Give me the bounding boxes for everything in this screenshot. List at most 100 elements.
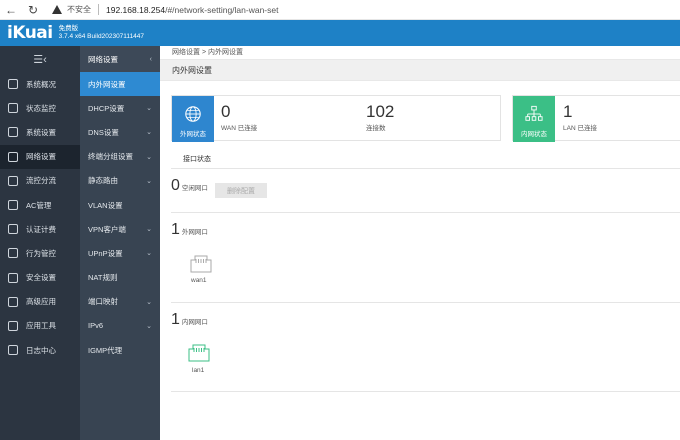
sidebar-item-label: 系统设置 [26, 127, 56, 137]
sidebar-item[interactable]: 高级应用 [0, 290, 80, 314]
divider [171, 302, 680, 303]
ethernet-port-icon[interactable] [188, 344, 210, 362]
ac-icon [8, 200, 18, 211]
sidebar-item[interactable]: 状态监控 [0, 96, 80, 120]
sidebar-item-label: 认证计费 [26, 224, 56, 234]
reload-icon[interactable]: ↻ [22, 0, 44, 20]
sidebar-item[interactable]: 系统设置 [0, 120, 80, 144]
chevron-down-icon: ⌄ [146, 105, 152, 113]
firewall-icon [8, 272, 18, 283]
sidebar-item[interactable]: 行为管控 [0, 241, 80, 265]
sidebar-item[interactable]: AC管理 [0, 193, 80, 217]
sidebar-item-label: 应用工具 [26, 321, 56, 331]
sidebar-item-label: 日志中心 [26, 345, 56, 355]
sidebar-item[interactable]: 日志中心 [0, 338, 80, 362]
lan-status-badge: 内网状态 [513, 96, 555, 142]
wan-port-count: 1 [171, 221, 180, 238]
submenu-item-label: DNS设置 [88, 127, 119, 137]
main-sidebar: ☰‹ 系统概况状态监控系统设置网络设置流控分流 AC管理认证计费行为管控安全设置高… [0, 46, 80, 440]
interface-status-title: 接口状态 [183, 156, 211, 163]
sidebar-item-label: 安全设置 [26, 273, 56, 283]
version-info: 免费版 3.7.4 x64 Build202307111447 [59, 25, 144, 41]
log-icon [8, 345, 18, 356]
lan-port-label: 内网网口 [181, 319, 208, 326]
lan1-port-label: lan1 [192, 367, 205, 374]
gear-icon [8, 127, 18, 138]
sidebar-item-label: 网络设置 [26, 152, 56, 162]
divider [171, 391, 680, 392]
sidebar-item[interactable]: 网络设置 [0, 144, 80, 169]
connections-label: 连接数 [366, 125, 386, 132]
chevron-down-icon: ⌄ [146, 250, 152, 258]
idle-port-count: 0 [171, 177, 180, 194]
idle-port-label: 空闲网口 [181, 185, 208, 192]
wan-connected-label: WAN 已连接 [221, 125, 258, 132]
menu-collapse-icon[interactable]: ☰‹ [0, 46, 80, 72]
submenu-title: 网络设置 [88, 54, 118, 64]
address-bar[interactable]: 192.168.18.254/#/network-setting/lan-wan… [106, 5, 278, 15]
url-path: /#/network-setting/lan-wan-set [165, 4, 279, 15]
connections-count: 102 [366, 102, 395, 121]
chevron-down-icon: ⌄ [146, 226, 152, 234]
wan-ports-row: 1 外网网口 [171, 221, 208, 239]
submenu-item[interactable]: 终端分组设置 ⌄ [80, 145, 160, 169]
sidebar-item[interactable]: 系统概况 [0, 72, 80, 96]
collapse-left-icon[interactable]: ‹ [150, 56, 152, 63]
submenu-item-label: IPv6 [88, 321, 104, 331]
submenu-item-label: VLAN设置 [88, 200, 123, 210]
security-indicator[interactable]: 不安全 [52, 4, 91, 15]
lan-connected-label: LAN 已连接 [563, 125, 597, 132]
chevron-down-icon: ⌄ [146, 153, 152, 161]
id-card-icon [8, 224, 18, 235]
submenu-item-label: IGMP代理 [88, 345, 123, 355]
url-host: 192.168.18.254 [106, 4, 166, 15]
chevron-down-icon: ⌄ [146, 129, 152, 137]
submenu-item[interactable]: IGMP代理 [80, 338, 160, 362]
wan-port-label: 外网网口 [181, 229, 208, 236]
submenu-list: 内外网设置 DHCP设置 ⌄ DNS设置 ⌄ 终端分组设置 ⌄ 静态路由 ⌄ VLAN设置 VPN客… [80, 72, 160, 362]
submenu-item[interactable]: IPv6 ⌄ [80, 314, 160, 338]
divider [171, 168, 680, 169]
sidebar-item-label: 系统概况 [26, 79, 56, 89]
submenu-item-label: 终端分组设置 [88, 152, 133, 162]
browser-toolbar: ← ↻ 不安全 192.168.18.254/#/network-setting… [0, 0, 680, 20]
pulse-icon [8, 103, 18, 114]
submenu-item-label: 端口映射 [88, 297, 118, 307]
submenu-item[interactable]: DHCP设置 ⌄ [80, 96, 160, 120]
lan-status-card: 内网状态 1 LAN 已连接 [512, 95, 680, 142]
submenu-item[interactable]: DNS设置 ⌄ [80, 120, 160, 144]
back-arrow-icon[interactable]: ← [0, 0, 22, 20]
ethernet-port-icon[interactable] [190, 255, 212, 273]
sidebar-item-label: 状态监控 [26, 103, 56, 113]
sidebar-item[interactable]: 认证计费 [0, 217, 80, 241]
sidebar-item-label: 流控分流 [26, 176, 56, 186]
insecure-label: 不安全 [67, 5, 91, 14]
lan-badge-label: 内网状态 [521, 131, 547, 138]
submenu-item[interactable]: NAT规则 [80, 266, 160, 290]
network-submenu: 网络设置 ‹ 内外网设置 DHCP设置 ⌄ DNS设置 ⌄ 终端分组设置 ⌄ 静态路由 ⌄ VLA… [80, 46, 160, 440]
submenu-item[interactable]: VPN客户端 ⌄ [80, 217, 160, 241]
submenu-item[interactable]: 静态路由 ⌄ [80, 169, 160, 193]
check-box-icon [8, 296, 18, 307]
wan-status-card: 外网状态 0 WAN 已连接 102 连接数 [171, 95, 501, 142]
idle-ports-row: 0 空闲网口 [171, 177, 208, 195]
sidebar-item[interactable]: 流控分流 [0, 169, 80, 193]
swap-icon [8, 248, 18, 259]
flow-icon [8, 175, 18, 186]
url-divider [98, 4, 99, 15]
lan-ports-row: 1 内网网口 [171, 311, 208, 329]
globe-icon [185, 106, 201, 122]
submenu-item[interactable]: 内外网设置 [80, 72, 160, 97]
delete-config-button[interactable]: 删除配置 [215, 183, 267, 198]
submenu-item[interactable]: 端口映射 ⌄ [80, 290, 160, 314]
submenu-item[interactable]: UPnP设置 ⌄ [80, 241, 160, 265]
wan-connected-count: 0 [221, 102, 231, 121]
chevron-down-icon: ⌄ [146, 322, 152, 330]
submenu-item[interactable]: VLAN设置 [80, 193, 160, 217]
submenu-header: 网络设置 ‹ [80, 46, 160, 72]
sidebar-item[interactable]: 应用工具 [0, 314, 80, 338]
divider [171, 212, 680, 213]
chevron-down-icon: ⌄ [146, 177, 152, 185]
sidebar-item[interactable]: 安全设置 [0, 266, 80, 290]
gauge-icon [8, 79, 18, 90]
